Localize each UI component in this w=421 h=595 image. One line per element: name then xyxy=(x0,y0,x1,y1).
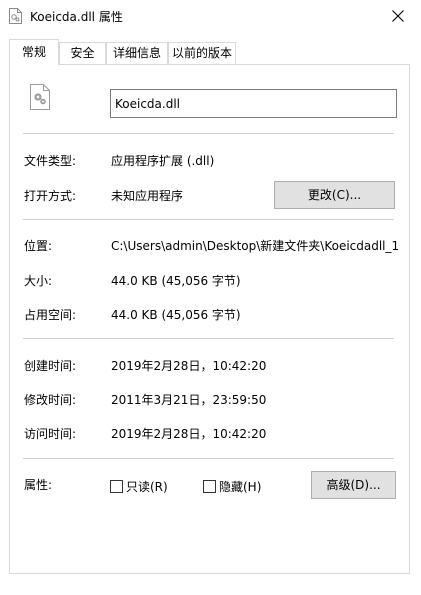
change-button[interactable]: 更改(C)... xyxy=(274,181,395,209)
window-title: Koeicda.dll 属性 xyxy=(30,10,123,24)
tab-details[interactable]: 详细信息 xyxy=(106,42,168,64)
size-value: 44.0 KB (45,056 字节) xyxy=(111,274,241,288)
readonly-label: 只读(R) xyxy=(126,479,168,494)
opens-with-label: 打开方式: xyxy=(24,189,77,203)
title-bar: Koeicda.dll 属性 xyxy=(0,0,421,31)
separator xyxy=(23,219,394,220)
size-on-disk-value: 44.0 KB (45,056 字节) xyxy=(111,308,241,322)
opens-with-value: 未知应用程序 xyxy=(111,189,184,203)
readonly-checkbox[interactable]: 只读(R) xyxy=(110,478,168,494)
location-value: C:\Users\admin\Desktop\新建文件夹\Koeicdadll_… xyxy=(111,239,398,253)
hidden-label: 隐藏(H) xyxy=(219,479,262,494)
created-label: 创建时间: xyxy=(24,359,77,373)
advanced-button[interactable]: 高级(D)... xyxy=(311,471,396,499)
modified-label: 修改时间: xyxy=(24,393,77,407)
file-name-input[interactable] xyxy=(110,89,397,118)
accessed-label: 访问时间: xyxy=(24,427,77,441)
location-label: 位置: xyxy=(24,239,53,253)
close-icon xyxy=(392,9,404,22)
checkbox-box[interactable] xyxy=(110,479,123,493)
created-value: 2019年2月28日，10:42:20 xyxy=(111,359,267,373)
checkbox-box[interactable] xyxy=(203,479,216,493)
file-type-value: 应用程序扩展 (.dll) xyxy=(111,154,215,168)
attributes-label: 属性: xyxy=(24,478,53,492)
close-button[interactable] xyxy=(375,0,421,31)
tab-security[interactable]: 安全 xyxy=(59,42,106,64)
tab-general[interactable]: 常规 xyxy=(9,39,59,65)
dll-file-icon xyxy=(30,84,50,110)
modified-value: 2011年3月21日，23:59:50 xyxy=(111,393,267,407)
tab-previous-versions[interactable]: 以前的版本 xyxy=(168,42,236,64)
accessed-value: 2019年2月28日，10:42:20 xyxy=(111,427,267,441)
size-label: 大小: xyxy=(24,274,53,288)
hidden-checkbox[interactable]: 隐藏(H) xyxy=(203,478,261,494)
size-on-disk-label: 占用空间: xyxy=(24,308,77,322)
separator xyxy=(23,133,394,134)
file-type-label: 文件类型: xyxy=(24,154,77,168)
separator xyxy=(23,338,394,339)
properties-window: Koeicda.dll 属性 常规 安全 详细信息 以前的版本 文件类型: 应用… xyxy=(0,0,421,595)
file-icon xyxy=(9,8,22,24)
separator xyxy=(23,458,394,459)
